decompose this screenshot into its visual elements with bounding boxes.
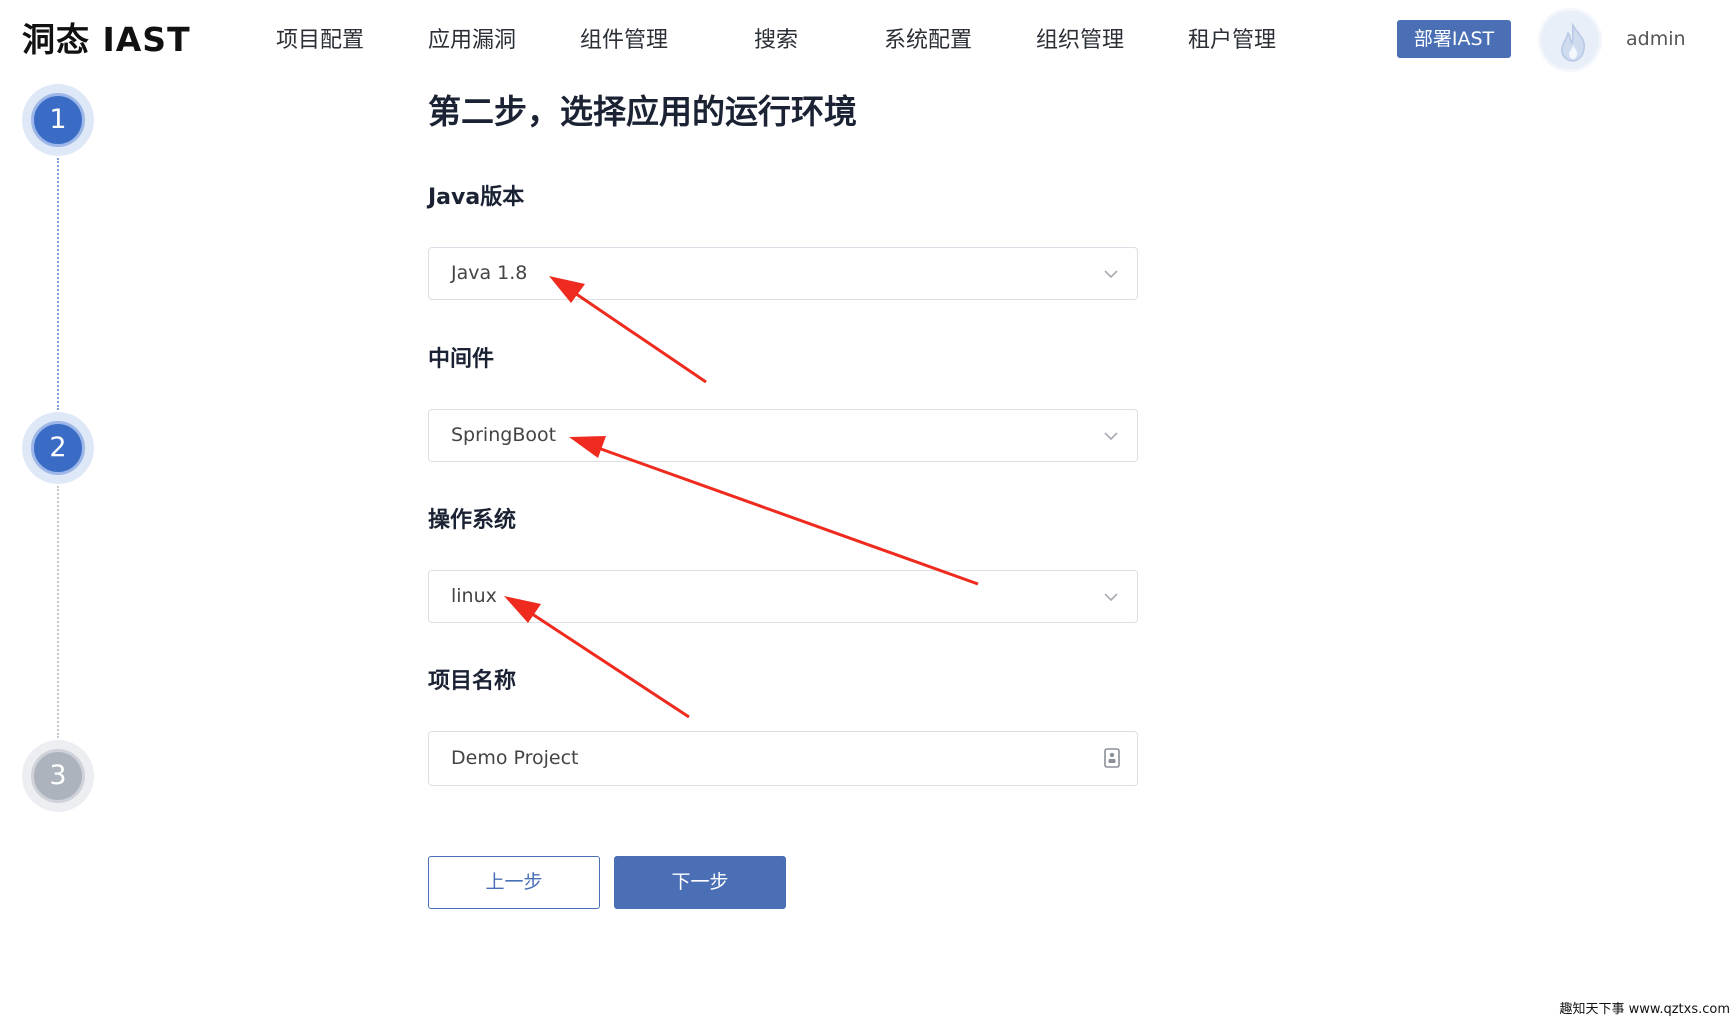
java-version-label: Java版本 [428, 185, 525, 210]
step-3-number: 3 [31, 749, 85, 803]
app-logo[interactable]: 洞态 IAST [22, 20, 191, 60]
os-label: 操作系统 [428, 508, 517, 533]
nav-item-project-config[interactable]: 项目配置 [276, 26, 364, 56]
middleware-label: 中间件 [428, 347, 495, 372]
java-version-value: Java 1.8 [451, 262, 528, 284]
contact-card-icon [1104, 748, 1120, 768]
nav-item-org-management[interactable]: 组织管理 [1036, 26, 1124, 56]
step-1-indicator: 1 [22, 84, 94, 156]
step-3-indicator: 3 [22, 740, 94, 812]
deploy-iast-button[interactable]: 部署IAST [1397, 20, 1511, 58]
os-value: linux [451, 585, 497, 607]
step-connector-1-2 [57, 158, 59, 410]
step-connector-2-3 [57, 486, 59, 738]
top-navbar: 洞态 IAST 项目配置 应用漏洞 组件管理 搜索 系统配置 组织管理 租户管理… [0, 0, 1734, 80]
step-1-number: 1 [31, 93, 85, 147]
watermark: 趣知天下事 www.qztxs.com [1559, 1002, 1730, 1017]
page-title: 第二步，选择应用的运行环境 [428, 92, 857, 131]
flame-icon [1561, 23, 1585, 62]
project-name-value: Demo Project [451, 747, 579, 769]
nav-item-component-management[interactable]: 组件管理 [580, 26, 668, 56]
previous-step-button[interactable]: 上一步 [428, 856, 600, 909]
project-name-input[interactable]: Demo Project [428, 731, 1138, 786]
middleware-value: SpringBoot [451, 424, 557, 446]
nav-item-system-config[interactable]: 系统配置 [884, 26, 972, 56]
java-version-select[interactable]: Java 1.8 [428, 247, 1138, 300]
username-label[interactable]: admin [1626, 26, 1686, 52]
step-2-number: 2 [31, 421, 85, 475]
annotation-arrows [504, 276, 979, 719]
next-step-button[interactable]: 下一步 [614, 856, 786, 909]
chevron-down-icon [1104, 593, 1118, 602]
step-2-indicator: 2 [22, 412, 94, 484]
nav-item-search[interactable]: 搜索 [754, 26, 798, 56]
project-name-label: 项目名称 [428, 669, 517, 694]
os-select[interactable]: linux [428, 570, 1138, 623]
nav-item-app-vulnerabilities[interactable]: 应用漏洞 [428, 26, 516, 56]
nav-item-tenant-management[interactable]: 租户管理 [1188, 26, 1276, 56]
chevron-down-icon [1104, 432, 1118, 441]
chevron-down-icon [1104, 270, 1118, 279]
avatar[interactable] [1538, 8, 1602, 72]
middleware-select[interactable]: SpringBoot [428, 409, 1138, 462]
